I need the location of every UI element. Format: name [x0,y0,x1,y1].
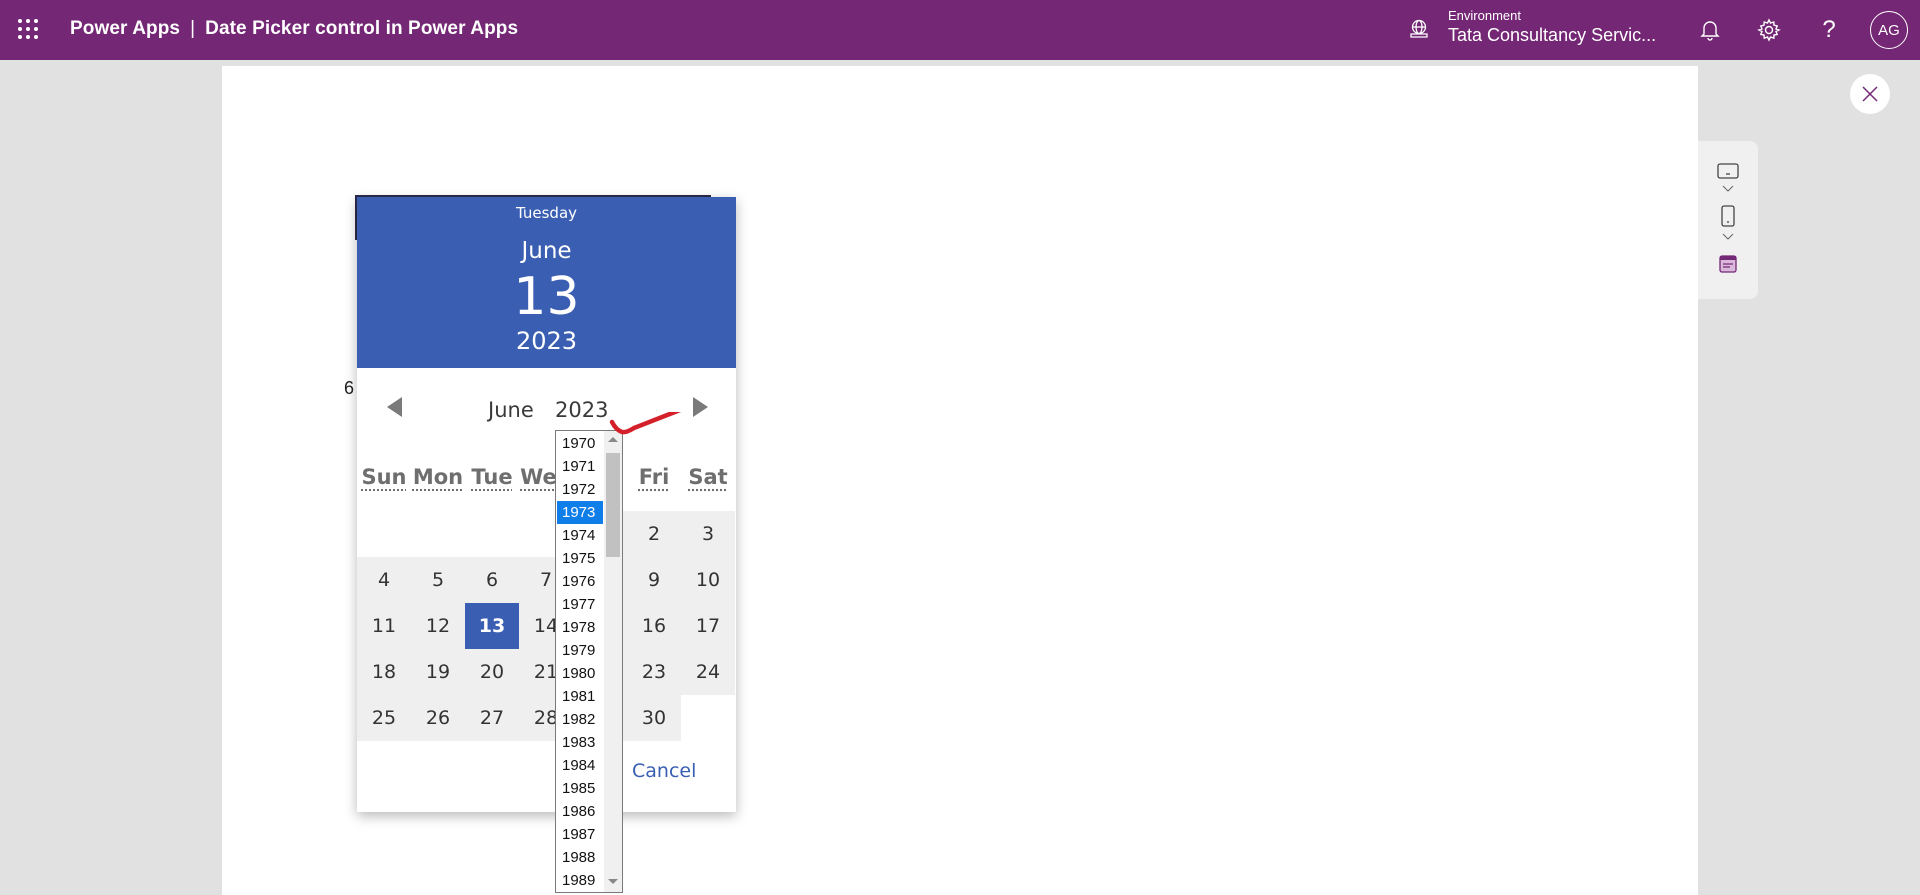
help-icon[interactable]: ? [1815,16,1843,44]
picker-header: Tuesday June 13 2023 [357,197,736,368]
calendar-empty-cell [465,511,519,557]
calendar-day-26[interactable]: 26 [411,695,465,741]
calendar-day-17[interactable]: 17 [681,603,735,649]
gear-icon[interactable] [1755,16,1783,44]
year-option-1987[interactable]: 1987 [557,823,603,846]
page-title: Date Picker control in Power Apps [205,18,519,39]
year-option-1978[interactable]: 1978 [557,616,603,639]
cancel-button[interactable]: Cancel [632,760,696,782]
calendar-day-6[interactable]: 6 [465,557,519,603]
calendar-day-20[interactable]: 20 [465,649,519,695]
calendar-day-30[interactable]: 30 [627,695,681,741]
calendar-day-9[interactable]: 9 [627,557,681,603]
year-option-1972[interactable]: 1972 [557,478,603,501]
calendar-day-27[interactable]: 27 [465,695,519,741]
environment-name: Tata Consultancy Servic... [1448,25,1657,45]
environment-icon[interactable] [1408,18,1430,40]
calendar-empty-cell [681,695,735,741]
year-option-1976[interactable]: 1976 [557,570,603,593]
calendar-grid: 1234567891011121314151617181920212223242… [357,511,736,742]
close-preview-button[interactable] [1850,74,1890,114]
device-toolbar [1698,141,1758,299]
calendar-day-23[interactable]: 23 [627,649,681,695]
calendar-day-3[interactable]: 3 [681,511,735,557]
calendar-day-10[interactable]: 10 [681,557,735,603]
year-dropdown-list[interactable]: 1989 1988 1987 1986 1985 1984 1983 1982 1981 1980… [555,430,623,893]
header-day: 13 [513,267,580,327]
canvas-label-fragment: 6 [344,378,355,398]
previous-month-button[interactable] [387,397,402,417]
top-bar: Power Apps | Date Picker control in Power … [0,0,1920,60]
header-year: 2023 [515,327,578,355]
title-separator: | [190,18,196,39]
year-option-1970[interactable]: 1970 [557,432,603,455]
calendar-day-25[interactable]: 25 [357,695,411,741]
avatar[interactable]: AG [1870,11,1908,49]
app-name[interactable]: Power Apps [70,18,180,39]
year-option-1975[interactable]: 1975 [557,547,603,570]
calendar-day-4[interactable]: 4 [357,557,411,603]
weekday-header-sat: Sat [688,465,728,489]
year-option-1973[interactable]: 1973 [557,501,603,524]
calendar-day-2[interactable]: 2 [627,511,681,557]
year-list-scrollbar[interactable] [604,431,622,892]
weekday-header-row: SunMonTueWedThuFriSat [357,465,736,505]
calendar-empty-cell [411,511,465,557]
calendar-day-12[interactable]: 12 [411,603,465,649]
year-option-1979[interactable]: 1979 [557,639,603,662]
weekday-header-tue: Tue [471,465,513,489]
year-option-1982[interactable]: 1982 [557,708,603,731]
close-icon [1862,86,1878,102]
bell-icon[interactable] [1696,16,1724,44]
calendar-day-19[interactable]: 19 [411,649,465,695]
year-option-1971[interactable]: 1971 [557,455,603,478]
date-picker-popup: Tuesday June 13 2023 June 2023 Sun Mon Tue… [357,197,736,812]
year-option-1977[interactable]: 1977 [557,593,603,616]
weekday-header-sun: Sun [361,465,407,489]
year-selector[interactable]: 2023 [555,398,608,422]
scroll-down-arrow-icon[interactable] [608,879,618,884]
calendar-day-16[interactable]: 16 [627,603,681,649]
calendar-empty-cell [357,511,411,557]
year-option-1983[interactable]: 1983 [557,731,603,754]
weekday-header-mon: Mon [412,465,464,489]
header-month: June [521,238,572,264]
year-option-1980[interactable]: 1980 [557,662,603,685]
year-option-1989[interactable]: 1989 [557,869,603,892]
tablet-layout-icon[interactable] [1716,161,1740,181]
header-weekday: Tuesday [515,204,578,222]
year-option-1988[interactable]: 1988 [557,846,603,869]
weekday-header-fri: Fri [638,465,670,489]
waffle-icon[interactable] [18,19,40,41]
calendar-day-13[interactable]: 13 [465,603,519,649]
tablet-chevron-down-icon[interactable] [1716,183,1740,195]
calendar-day-11[interactable]: 11 [357,603,411,649]
calendar-day-24[interactable]: 24 [681,649,735,695]
year-option-1984[interactable]: 1984 [557,754,603,777]
phone-layout-icon[interactable] [1716,205,1740,227]
year-option-1986[interactable]: 1986 [557,800,603,823]
year-option-1974[interactable]: 1974 [557,524,603,547]
environment-label: Environment [1448,8,1521,23]
year-option-1981[interactable]: 1981 [557,685,603,708]
year-option-1985[interactable]: 1985 [557,777,603,800]
app-title: Power Apps | Date Picker control in Power … [70,18,518,40]
environment-selector[interactable]: Environment Tata Consultancy Servic... [1448,8,1656,46]
next-month-button[interactable] [693,397,708,417]
app-preview-icon[interactable] [1716,254,1740,274]
phone-chevron-down-icon[interactable] [1716,231,1740,243]
scroll-up-arrow-icon[interactable] [608,437,618,442]
month-selector[interactable]: June [488,398,534,422]
calendar-day-18[interactable]: 18 [357,649,411,695]
scroll-thumb[interactable] [606,453,620,557]
calendar-day-5[interactable]: 5 [411,557,465,603]
